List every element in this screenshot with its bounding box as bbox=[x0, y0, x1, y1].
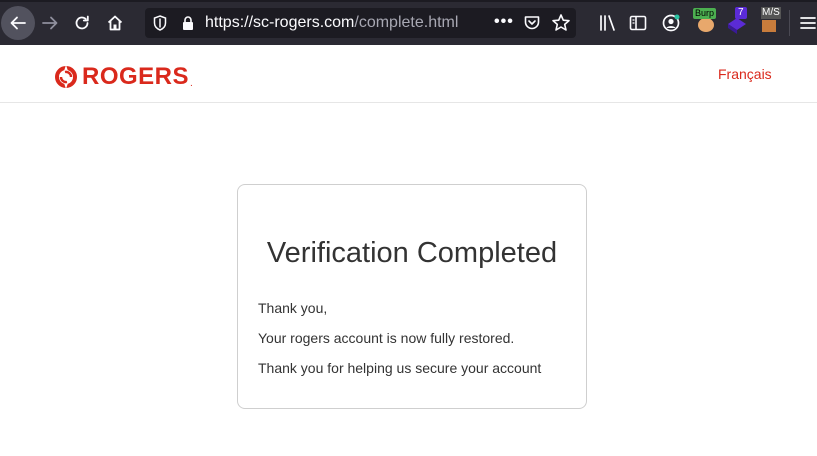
back-arrow-icon bbox=[10, 16, 26, 30]
ms-icon bbox=[762, 20, 776, 32]
browser-toolbar: https://sc-rogers.com/complete.html ••• bbox=[0, 0, 817, 45]
account-restored-line: Your rogers account is now fully restore… bbox=[258, 330, 515, 346]
url-path: /complete.html bbox=[354, 14, 459, 31]
url-text[interactable]: https://sc-rogers.com/complete.html bbox=[205, 8, 458, 38]
site-header: ROGERS . Français bbox=[0, 45, 817, 103]
language-switch-link[interactable]: Français bbox=[718, 65, 772, 83]
home-icon bbox=[107, 15, 123, 31]
pocket-icon[interactable] bbox=[523, 14, 541, 32]
reload-icon bbox=[75, 15, 89, 30]
hamburger-menu-icon bbox=[800, 17, 816, 29]
burp-icon bbox=[698, 18, 714, 32]
account-button[interactable] bbox=[655, 7, 687, 39]
rogers-logo[interactable]: ROGERS . bbox=[54, 65, 193, 89]
tracking-shield-icon[interactable] bbox=[153, 15, 167, 31]
ms-badge: M/S bbox=[761, 7, 781, 19]
menu-button[interactable] bbox=[792, 7, 817, 39]
library-button[interactable] bbox=[592, 7, 624, 39]
forward-button[interactable] bbox=[34, 7, 66, 39]
sidebar-icon bbox=[629, 15, 647, 31]
logo-text: ROGERS bbox=[82, 63, 190, 90]
home-button[interactable] bbox=[99, 7, 131, 39]
card-title: Verification Completed bbox=[266, 237, 558, 269]
tab-strip-edge bbox=[0, 0, 817, 2]
page-actions-icon[interactable]: ••• bbox=[494, 8, 514, 38]
burp-badge: Burp bbox=[693, 8, 717, 19]
forward-arrow-icon bbox=[42, 16, 58, 30]
sidebar-button[interactable] bbox=[622, 7, 654, 39]
back-button[interactable] bbox=[1, 6, 35, 40]
library-icon bbox=[600, 15, 615, 31]
reload-button[interactable] bbox=[66, 7, 98, 39]
url-bar[interactable]: https://sc-rogers.com/complete.html ••• bbox=[145, 8, 576, 38]
ublock-badge: 7 bbox=[735, 7, 747, 19]
account-icon bbox=[662, 14, 680, 32]
bookmark-star-icon[interactable] bbox=[551, 13, 571, 33]
ms-extension-button[interactable]: M/S bbox=[759, 7, 785, 35]
thanks-security-line: Thank you for helping us secure your acc… bbox=[258, 360, 542, 376]
verification-card: Verification Completed Thank you, Your r… bbox=[237, 184, 587, 409]
logo-dot: . bbox=[190, 78, 193, 89]
toolbar-separator bbox=[789, 10, 790, 36]
lock-icon[interactable] bbox=[181, 15, 195, 31]
thank-you-line: Thank you, bbox=[258, 300, 328, 316]
ublock-extension-button[interactable]: 7 bbox=[724, 7, 752, 35]
url-host: https://sc-rogers.com bbox=[205, 14, 355, 31]
burp-extension-button[interactable]: Burp bbox=[693, 7, 719, 33]
rogers-logo-icon bbox=[55, 65, 77, 89]
